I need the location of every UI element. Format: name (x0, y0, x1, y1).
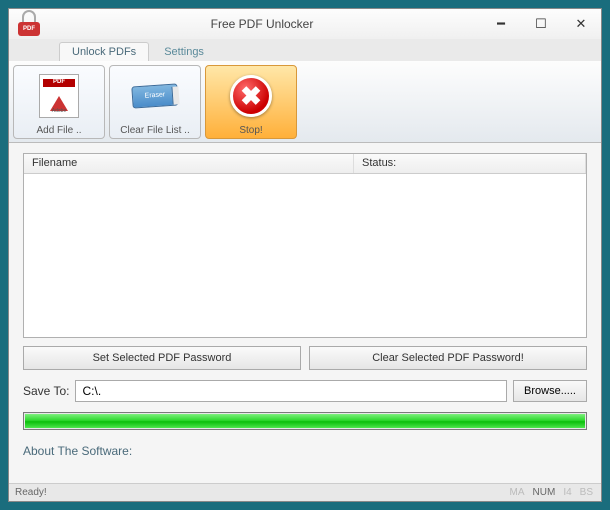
save-to-label: Save To: (23, 384, 69, 398)
tabstrip: Unlock PDFs Settings (9, 39, 601, 61)
status-bs: BS (578, 487, 595, 498)
file-listview[interactable]: Filename Status: (23, 153, 587, 338)
browse-button[interactable]: Browse..... (513, 380, 587, 402)
listview-header: Filename Status: (24, 154, 586, 174)
close-button[interactable]: ✕ (561, 12, 601, 36)
status-num: NUM (531, 487, 558, 498)
eraser-icon (132, 66, 178, 125)
app-icon (15, 10, 43, 38)
app-window: Free PDF Unlocker ━ ☐ ✕ Unlock PDFs Sett… (8, 8, 602, 502)
pdf-file-icon: Adobe (39, 66, 79, 125)
password-button-row: Set Selected PDF Password Clear Selected… (23, 346, 587, 370)
maximize-button[interactable]: ☐ (521, 12, 561, 36)
save-to-input[interactable] (75, 380, 507, 402)
status-ma: MA (508, 487, 527, 498)
toolbar: Adobe Add File .. Clear File List .. ✖ S… (9, 61, 601, 143)
stop-icon: ✖ (230, 66, 272, 125)
column-filename[interactable]: Filename (24, 154, 354, 173)
column-status[interactable]: Status: (354, 154, 586, 173)
window-title: Free PDF Unlocker (43, 17, 481, 31)
clear-list-label: Clear File List .. (120, 125, 189, 136)
clear-file-list-button[interactable]: Clear File List .. (109, 65, 201, 139)
minimize-button[interactable]: ━ (481, 12, 521, 36)
stop-label: Stop! (239, 125, 262, 136)
status-i4: I4 (561, 487, 573, 498)
set-password-button[interactable]: Set Selected PDF Password (23, 346, 301, 370)
status-ready: Ready! (15, 487, 47, 498)
add-file-button[interactable]: Adobe Add File .. (13, 65, 105, 139)
progress-fill (25, 414, 585, 428)
listview-body[interactable] (24, 174, 586, 337)
statusbar: Ready! MA NUM I4 BS (9, 483, 601, 501)
progress-bar (23, 412, 587, 430)
add-file-label: Add File .. (36, 125, 81, 136)
tab-unlock-pdfs[interactable]: Unlock PDFs (59, 42, 149, 61)
window-controls: ━ ☐ ✕ (481, 12, 601, 36)
stop-button[interactable]: ✖ Stop! (205, 65, 297, 139)
clear-password-button[interactable]: Clear Selected PDF Password! (309, 346, 587, 370)
titlebar[interactable]: Free PDF Unlocker ━ ☐ ✕ (9, 9, 601, 39)
main-panel: Filename Status: Set Selected PDF Passwo… (9, 143, 601, 483)
tab-settings[interactable]: Settings (151, 42, 217, 61)
about-link[interactable]: About The Software: (23, 444, 587, 458)
save-to-row: Save To: Browse..... (23, 380, 587, 402)
